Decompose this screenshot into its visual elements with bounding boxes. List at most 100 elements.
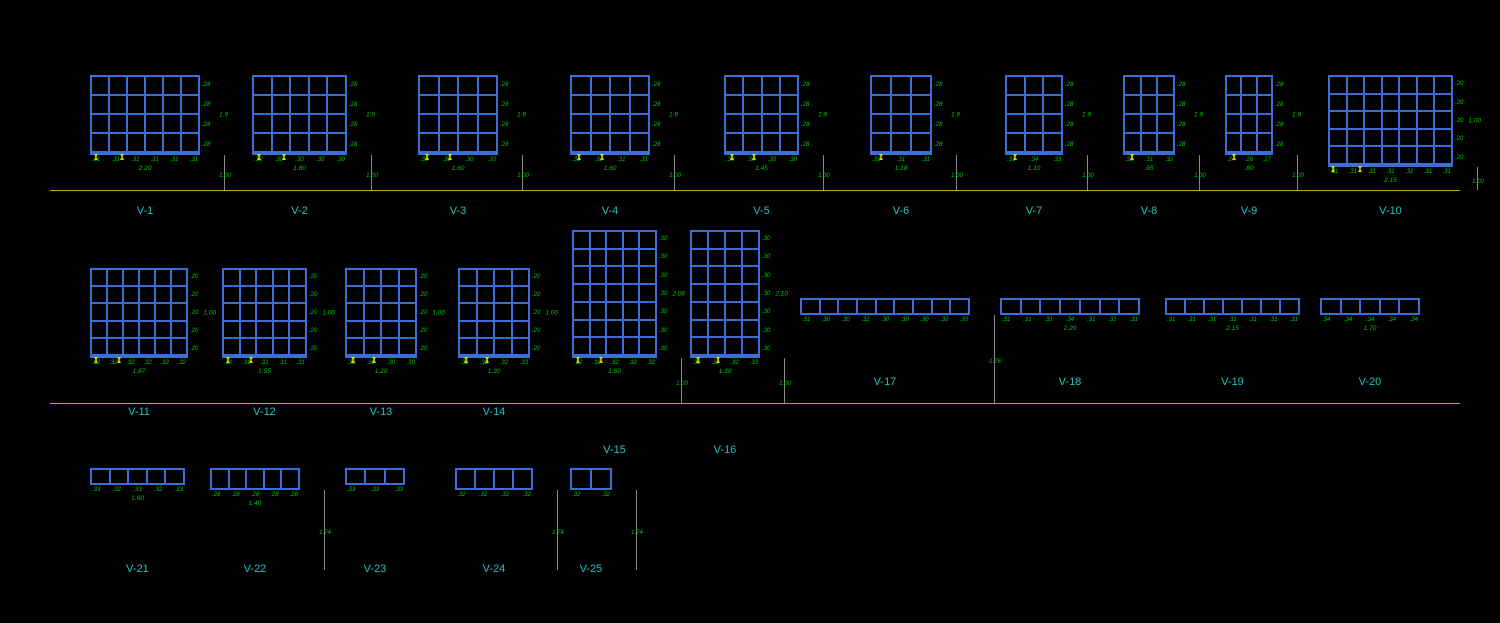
horizontal-dimensions: .28.28.28.28.28	[210, 492, 300, 498]
window-grid	[572, 230, 657, 358]
sill-height: 1.00	[809, 173, 839, 179]
horizontal-dimensions: .31.31.31.31.31.31.31	[1165, 317, 1300, 323]
window-grid	[800, 298, 970, 315]
window-label: V-22	[205, 563, 305, 575]
total-width: .80	[1225, 165, 1273, 172]
total-width: 1.60	[570, 165, 650, 172]
window-label: V-1	[95, 205, 195, 217]
sill-height: 1.74	[310, 530, 340, 536]
total-height: 1.9	[818, 112, 827, 119]
sill-height: 1.00	[357, 173, 387, 179]
window-label: V-8	[1099, 205, 1199, 217]
total-height: 1.00	[322, 310, 335, 317]
window-v-13: .20.20.20.20.201.00.30.30.30.301.20V-13	[345, 268, 417, 375]
total-height: 1.9	[1082, 112, 1091, 119]
horizontal-dimensions: .32.32.32.32.32.32	[90, 360, 188, 366]
window-v-14: .20.20.20.20.201.00.33.32.32.331.30V-14	[458, 268, 530, 375]
total-height: 1.00	[545, 310, 558, 317]
window-grid	[222, 268, 307, 358]
window-label: V-7	[984, 205, 1084, 217]
window-v-10: .20.20.20.20.201.001.00.31.31.31.31.31.3…	[1328, 75, 1453, 184]
total-width: 1.20	[345, 368, 417, 375]
window-label: V-21	[88, 563, 188, 575]
window-label: V-20	[1320, 376, 1420, 388]
horizontal-dimensions: .30.30.30.30	[345, 360, 417, 366]
total-width: 2.20	[1000, 325, 1140, 332]
horizontal-dimensions: .32.32.32.32	[455, 492, 533, 498]
window-label: V-2	[250, 205, 350, 217]
horizontal-dimensions: .31.31.31.31.31.31.31	[1328, 169, 1453, 175]
total-width: 1.45	[724, 165, 799, 172]
horizontal-dimensions: .31.31.31.31	[570, 157, 650, 163]
window-grid	[1123, 75, 1175, 155]
window-grid	[90, 75, 200, 155]
total-height: 1.00	[432, 310, 445, 317]
horizontal-dimensions: .31.31.31.31.31.31	[90, 157, 200, 163]
window-v-18: .31.31.31.34.31.31.312.20V-18	[1000, 268, 1140, 332]
window-grid	[1005, 75, 1063, 155]
window-v-21: .33.32.33.32.331.60V-21	[90, 468, 185, 502]
sill-height: 1.00	[942, 173, 972, 179]
total-width: .95	[1123, 165, 1175, 172]
total-height: 1.9	[1194, 112, 1203, 119]
total-height: 1.9	[1292, 112, 1301, 119]
horizontal-dimensions: .31.31.31.31.31	[222, 360, 307, 366]
window-v-7: .28.28.28.281.91.00.33.34.331.10V-7	[1005, 75, 1063, 172]
window-grid	[1165, 298, 1300, 315]
window-v-23: .33.33.33V-23	[345, 468, 405, 493]
window-v-16: .30.30.30.30.30.30.302.101.00.33.32.32.3…	[690, 268, 760, 375]
window-grid	[690, 230, 760, 358]
total-width: 2.20	[90, 165, 200, 172]
window-grid	[90, 268, 188, 358]
window-label: V-17	[835, 376, 935, 388]
window-v-15: .30.30.30.30.30.30.302.061.00.32.32.32.3…	[572, 268, 657, 375]
sill-height: 1.00	[1185, 173, 1215, 179]
total-width: 2.15	[1328, 177, 1453, 184]
total-height: 1.00	[203, 310, 216, 317]
total-height: 1.9	[366, 112, 375, 119]
horizontal-dimensions: .33.33.33	[345, 487, 405, 493]
window-grid	[210, 468, 300, 490]
window-v-24: 1.74.32.32.32.32V-24	[455, 468, 533, 498]
total-width: 1.87	[90, 368, 188, 375]
horizontal-dimensions: .32.32	[570, 492, 612, 498]
window-v-19: .31.31.31.31.31.31.312.15V-19	[1165, 268, 1300, 332]
window-v-2: .28.28.28.281.91.00.30.30.30.30.301.80V-…	[252, 75, 347, 172]
window-grid	[1320, 298, 1420, 315]
total-height: 1.00	[1468, 118, 1481, 125]
window-grid	[570, 468, 612, 490]
window-label: V-3	[408, 205, 508, 217]
window-v-4: .28.28.28.281.91.00.31.31.31.311.60V-4	[570, 75, 650, 172]
window-grid	[345, 268, 417, 358]
window-grid	[345, 468, 405, 485]
window-grid	[1225, 75, 1273, 155]
window-v-17: 1.76.31.30.30.32.30.30.30.30.30V-17	[800, 268, 970, 323]
window-grid	[455, 468, 533, 490]
horizontal-dimensions: .30.30.30.30	[724, 157, 799, 163]
window-label: V-5	[712, 205, 812, 217]
window-label: V-15	[565, 444, 665, 456]
window-grid	[418, 75, 498, 155]
total-height: 2.06	[672, 291, 685, 298]
total-width: 1.40	[210, 500, 300, 507]
window-label: V-19	[1183, 376, 1283, 388]
window-label: V-23	[325, 563, 425, 575]
baseline-row2	[50, 403, 1460, 404]
window-label: V-25	[541, 563, 641, 575]
window-label: V-13	[331, 406, 431, 418]
sill-height: 1.00	[1463, 179, 1493, 185]
window-v-9: .28.28.28.281.91.00.27.26.27.80V-9	[1225, 75, 1273, 172]
sill-height: 1.00	[1283, 173, 1313, 179]
horizontal-dimensions: .32.32.32.32.32	[572, 360, 657, 366]
sill-height: 1.00	[660, 173, 690, 179]
total-width: 1.80	[252, 165, 347, 172]
sill-height: 1.00	[667, 381, 697, 387]
window-grid	[724, 75, 799, 155]
total-width: 1.18	[870, 165, 932, 172]
horizontal-dimensions: .34.34.34.34.34	[1320, 317, 1420, 323]
total-width: 1.10	[1005, 165, 1063, 172]
horizontal-dimensions: .33.32.33.32.33	[90, 487, 185, 493]
sill-height: 1.00	[210, 173, 240, 179]
horizontal-dimensions: .30.30.30.30	[418, 157, 498, 163]
window-v-12: .20.20.20.20.201.00.31.31.31.31.311.55V-…	[222, 268, 307, 375]
